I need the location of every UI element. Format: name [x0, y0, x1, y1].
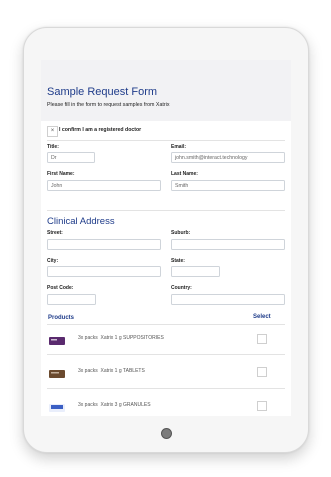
suburb-label: Suburb: [171, 230, 191, 236]
product-label: 3x packs Xatrix 1 g TABLETS [78, 368, 145, 374]
product-quantity: 3x packs [78, 402, 98, 408]
product-select-checkbox[interactable] [257, 401, 267, 411]
country-label: Country: [171, 285, 192, 291]
city-label: City: [47, 258, 59, 264]
divider [47, 388, 285, 389]
last-name-label: Last Name: [171, 171, 198, 177]
product-label: 3x packs Xatrix 3 g GRANULES [78, 402, 151, 408]
divider [47, 210, 285, 211]
country-field[interactable] [171, 294, 285, 305]
product-label: 3x packs Xatrix 1 g SUPPOSITORIES [78, 335, 164, 341]
product-select-checkbox[interactable] [257, 367, 267, 377]
page-subtitle: Please fill in the form to request sampl… [47, 102, 170, 108]
clinical-address-heading: Clinical Address [47, 216, 115, 227]
divider [47, 354, 285, 355]
title-label: Title: [47, 144, 59, 150]
confirm-checkbox[interactable]: × [47, 126, 58, 137]
product-name: Xatrix 3 g GRANULES [100, 402, 151, 408]
first-name-label: First Name: [47, 171, 75, 177]
city-field[interactable] [47, 266, 161, 277]
product-name: Xatrix 1 g TABLETS [100, 368, 145, 374]
product-select-checkbox[interactable] [257, 334, 267, 344]
product-image [49, 400, 65, 412]
product-row: 3x packs Xatrix 3 g GRANULES [47, 394, 285, 416]
divider [47, 140, 285, 141]
last-name-field[interactable]: Smith [171, 180, 285, 191]
postcode-field[interactable] [47, 294, 96, 305]
home-button[interactable] [161, 428, 172, 439]
product-name: Xatrix 1 g SUPPOSITORIES [100, 335, 164, 341]
street-label: Street: [47, 230, 63, 236]
first-name-field[interactable]: John [47, 180, 161, 191]
email-field[interactable]: john.smith@interact.technology [171, 152, 285, 163]
screen: Sample Request Form Please fill in the f… [41, 60, 291, 416]
state-field[interactable] [171, 266, 220, 277]
postcode-label: Post Code: [47, 285, 74, 291]
product-image [49, 333, 65, 345]
product-quantity: 3x packs [78, 368, 98, 374]
divider [47, 324, 285, 325]
form-header: Sample Request Form Please fill in the f… [41, 60, 291, 121]
confirm-doctor-label: I confirm I am a registered doctor [59, 127, 142, 133]
state-label: State: [171, 258, 185, 264]
email-label: Email: [171, 144, 187, 150]
product-image [49, 366, 65, 378]
street-field[interactable] [47, 239, 161, 250]
select-heading: Select [253, 314, 271, 320]
page-title: Sample Request Form [47, 86, 158, 98]
product-quantity: 3x packs [78, 335, 98, 341]
title-field[interactable]: Dr [47, 152, 95, 163]
suburb-field[interactable] [171, 239, 285, 250]
products-heading: Products [48, 315, 75, 321]
